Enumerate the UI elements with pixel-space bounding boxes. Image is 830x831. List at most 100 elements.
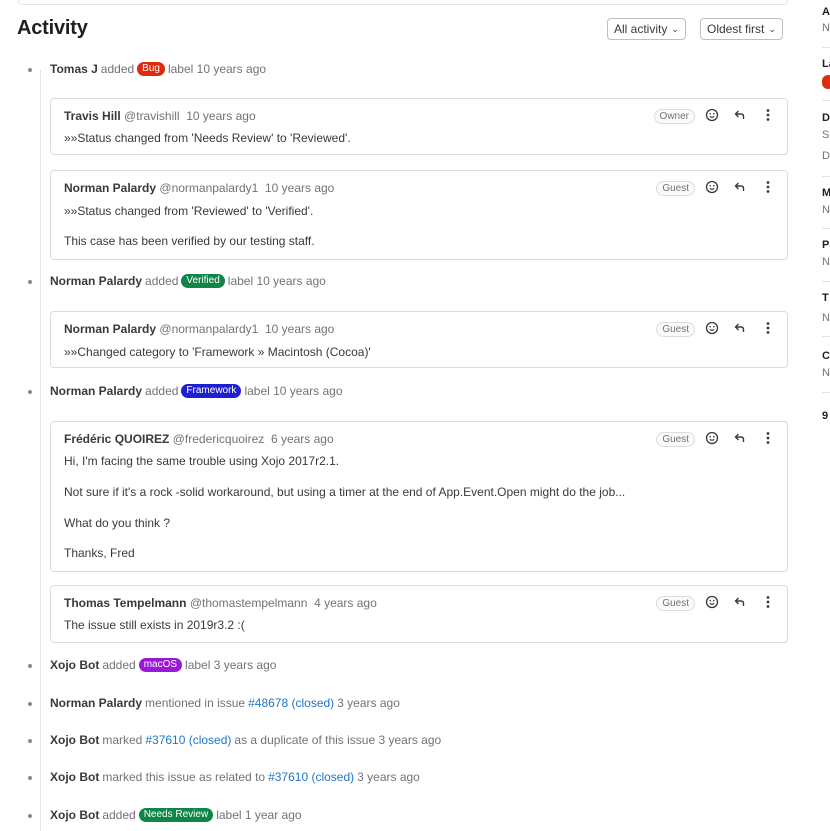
label-badge-bug[interactable]: Bug bbox=[137, 62, 165, 76]
event-author[interactable]: Xojo Bot bbox=[50, 658, 99, 672]
note-author-handle[interactable]: @normanpalardy1 bbox=[159, 181, 258, 195]
event-post-text: 3 years ago bbox=[337, 696, 400, 710]
timeline-bullet bbox=[28, 739, 32, 743]
smiley-icon bbox=[705, 431, 719, 445]
previous-card-edge bbox=[18, 0, 788, 5]
smiley-icon bbox=[705, 595, 719, 609]
timeline-bullet bbox=[28, 280, 32, 284]
sidebar-milestone-value: N bbox=[822, 204, 830, 216]
note-body-line: »»Status changed from 'Needs Review' to … bbox=[64, 131, 351, 145]
sidebar-assignee-heading: A bbox=[822, 6, 830, 18]
sort-order-dropdown[interactable]: Oldest first ⌄ bbox=[700, 18, 783, 40]
more-actions-button[interactable] bbox=[759, 319, 777, 337]
event-post-text: 3 years ago bbox=[357, 770, 420, 784]
event-author[interactable]: Xojo Bot bbox=[50, 808, 99, 822]
event-author[interactable]: Tomas J bbox=[50, 62, 98, 76]
event-pre-text: mentioned in issue bbox=[145, 696, 246, 710]
add-reaction-button[interactable] bbox=[703, 178, 721, 196]
sidebar-confidential-value: N bbox=[822, 367, 830, 379]
event-suffix: label 3 years ago bbox=[185, 658, 277, 672]
kebab-icon bbox=[766, 109, 770, 121]
sidebar-milestone-heading: M bbox=[822, 187, 830, 199]
role-badge: Guest bbox=[656, 432, 695, 447]
note-author-handle[interactable]: @travishill bbox=[124, 109, 180, 123]
add-reaction-button[interactable] bbox=[703, 106, 721, 124]
label-badge-needs-review[interactable]: Needs Review bbox=[138, 808, 214, 822]
sidebar-divider bbox=[822, 336, 830, 337]
note-body-line: Not sure if it's a rock -solid workaroun… bbox=[64, 485, 626, 499]
event-suffix: label 10 years ago bbox=[167, 62, 267, 76]
more-actions-button[interactable] bbox=[759, 106, 777, 124]
sidebar-divider bbox=[822, 176, 830, 177]
issue-link[interactable]: #48678 (closed) bbox=[248, 696, 334, 710]
kebab-icon bbox=[766, 432, 770, 444]
note-author-handle[interactable]: @thomastempelmann bbox=[190, 596, 308, 610]
more-actions-button[interactable] bbox=[759, 593, 777, 611]
sidebar-parent-heading: Pa bbox=[822, 239, 830, 251]
smiley-icon bbox=[705, 180, 719, 194]
reply-button[interactable] bbox=[731, 178, 749, 196]
label-badge-verified[interactable]: Verified bbox=[181, 274, 225, 288]
more-actions-button[interactable] bbox=[759, 178, 777, 196]
label-badge-framework[interactable]: Framework bbox=[181, 384, 242, 398]
event-author[interactable]: Xojo Bot bbox=[50, 770, 99, 784]
chevron-down-icon: ⌄ bbox=[671, 23, 679, 34]
note-author-handle[interactable]: @fredericquoirez bbox=[173, 432, 265, 446]
sidebar-label-badge[interactable] bbox=[822, 75, 830, 89]
sidebar-divider bbox=[822, 47, 830, 48]
note-author-name[interactable]: Norman Palardy bbox=[64, 181, 156, 195]
activity-filter-dropdown[interactable]: All activity ⌄ bbox=[607, 18, 686, 40]
add-reaction-button[interactable] bbox=[703, 319, 721, 337]
reply-icon bbox=[734, 110, 745, 119]
event-author[interactable]: Norman Palardy bbox=[50, 384, 142, 398]
issue-link[interactable]: #37610 (closed) bbox=[268, 770, 354, 784]
kebab-icon bbox=[766, 596, 770, 608]
smiley-icon bbox=[705, 108, 719, 122]
timeline-bullet bbox=[28, 664, 32, 668]
add-reaction-button[interactable] bbox=[703, 593, 721, 611]
sidebar-time-heading: T bbox=[822, 292, 829, 304]
reply-button[interactable] bbox=[731, 106, 749, 124]
note-timestamp[interactable]: 10 years ago bbox=[186, 109, 255, 123]
role-badge: Guest bbox=[656, 322, 695, 337]
note-author-name[interactable]: Norman Palardy bbox=[64, 322, 156, 336]
add-reaction-button[interactable] bbox=[703, 429, 721, 447]
timeline-bullet bbox=[28, 814, 32, 818]
chevron-down-icon: ⌄ bbox=[768, 23, 776, 34]
reply-button[interactable] bbox=[731, 429, 749, 447]
note-timestamp[interactable]: 4 years ago bbox=[314, 596, 377, 610]
sort-order-label: Oldest first bbox=[707, 22, 765, 36]
note-timestamp[interactable]: 10 years ago bbox=[265, 181, 334, 195]
note-timestamp[interactable]: 6 years ago bbox=[271, 432, 334, 446]
sidebar-dates-start: S bbox=[822, 129, 830, 141]
event-pre-text: marked bbox=[102, 733, 143, 747]
event-author[interactable]: Norman Palardy bbox=[50, 696, 142, 710]
event-verb: added bbox=[100, 62, 135, 76]
note-header: Frédéric QUOIREZ @fredericquoirez 6 year… bbox=[64, 432, 334, 446]
comment-note: Thomas Tempelmann @thomastempelmann 4 ye… bbox=[50, 585, 788, 643]
sidebar-parent-value: N bbox=[822, 256, 830, 268]
kebab-icon bbox=[766, 322, 770, 334]
event-verb: added bbox=[102, 808, 136, 822]
note-author-name[interactable]: Thomas Tempelmann bbox=[64, 596, 186, 610]
sidebar-divider bbox=[822, 228, 830, 229]
note-body-line: »»Status changed from 'Reviewed' to 'Ver… bbox=[64, 204, 314, 218]
event-post-text: as a duplicate of this issue 3 years ago bbox=[234, 733, 442, 747]
note-author-name[interactable]: Frédéric QUOIREZ bbox=[64, 432, 169, 446]
reply-button[interactable] bbox=[731, 319, 749, 337]
note-timestamp[interactable]: 10 years ago bbox=[265, 322, 334, 336]
reply-button[interactable] bbox=[731, 593, 749, 611]
issue-link[interactable]: #37610 (closed) bbox=[145, 733, 231, 747]
more-actions-button[interactable] bbox=[759, 429, 777, 447]
event-verb: added bbox=[145, 274, 179, 288]
role-badge: Owner bbox=[653, 109, 695, 124]
event-author[interactable]: Norman Palardy bbox=[50, 274, 142, 288]
note-author-handle[interactable]: @normanpalardy1 bbox=[159, 322, 258, 336]
note-body-line: What do you think ? bbox=[64, 516, 171, 530]
label-badge-macos[interactable]: macOS bbox=[138, 658, 183, 672]
sidebar-dates-heading: D bbox=[822, 112, 830, 124]
sidebar-assignee-value: N bbox=[822, 22, 830, 34]
note-author-name[interactable]: Travis Hill bbox=[64, 109, 121, 123]
event-author[interactable]: Xojo Bot bbox=[50, 733, 99, 747]
note-body-line: The issue still exists in 2019r3.2 :( bbox=[64, 618, 245, 632]
